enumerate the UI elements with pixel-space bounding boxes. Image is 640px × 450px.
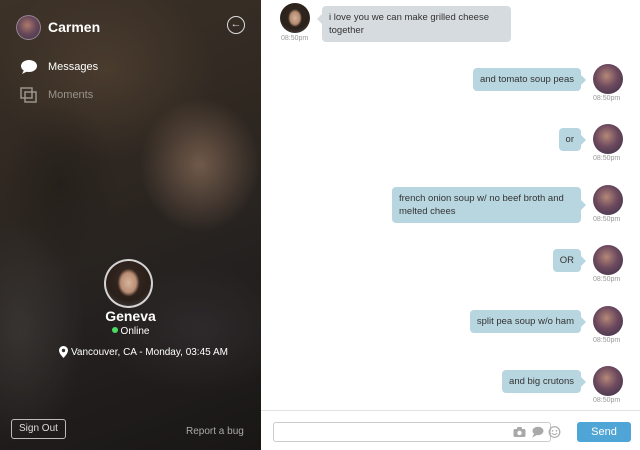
report-bug-link[interactable]: Report a bug xyxy=(186,426,244,437)
message-time: 08:50pm xyxy=(593,337,621,344)
message-time: 08:50pm xyxy=(593,276,621,283)
message-bubble-sent: french onion soup w/ no beef broth and m… xyxy=(392,187,586,223)
arrow-left-icon: ← xyxy=(230,18,242,30)
contact-location-text: Vancouver, CA - Monday, 03:45 AM xyxy=(71,346,228,358)
user-message-avatar xyxy=(593,185,623,215)
message-bubble-sent: split pea soup w/o ham xyxy=(469,310,587,333)
message-bubble-sent: or xyxy=(558,128,587,151)
contact-name: Geneva xyxy=(105,308,156,324)
contact-message-avatar xyxy=(280,3,310,33)
user-message-avatar xyxy=(593,64,623,94)
send-button[interactable]: Send xyxy=(577,422,631,442)
sidebar: Carmen ← Messages Moments Geneva Online … xyxy=(0,0,261,450)
nav-item-label: Messages xyxy=(48,61,99,73)
user-message-avatar xyxy=(593,124,623,154)
message-list[interactable]: 08:50pm i love you we can make grilled c… xyxy=(261,0,640,410)
message-time: 08:50pm xyxy=(281,35,309,42)
message-time: 08:50pm xyxy=(593,216,621,223)
message-composer: Send xyxy=(261,410,640,450)
chat-bubble-icon[interactable] xyxy=(531,426,544,438)
user-avatar[interactable] xyxy=(16,15,41,40)
user-message-avatar xyxy=(593,366,623,396)
online-status-dot xyxy=(111,327,118,333)
nav-item-moments[interactable]: Moments xyxy=(20,87,93,103)
user-message-avatar xyxy=(593,306,623,336)
nav-item-label: Moments xyxy=(48,89,94,101)
message-bubble-received: i love you we can make grilled cheese to… xyxy=(317,6,511,42)
nav-item-messages[interactable]: Messages xyxy=(20,59,98,75)
camera-icon[interactable] xyxy=(513,426,526,438)
contact-avatar[interactable] xyxy=(104,259,153,308)
message-time: 08:50pm xyxy=(593,397,621,404)
message-bubble-sent: OR xyxy=(552,249,587,272)
sign-out-button[interactable]: Sign Out xyxy=(11,419,66,439)
message-time: 08:50pm xyxy=(593,95,621,102)
location-pin-icon xyxy=(59,346,68,358)
moments-icon xyxy=(20,87,37,103)
user-name: Carmen xyxy=(48,19,101,35)
emoji-icon[interactable] xyxy=(548,426,561,438)
chat-panel: 08:50pm i love you we can make grilled c… xyxy=(261,0,640,450)
message-input[interactable] xyxy=(273,422,551,442)
contact-status-label: Online xyxy=(120,326,150,337)
chat-bubble-icon xyxy=(21,60,37,74)
back-button[interactable]: ← xyxy=(227,16,245,34)
contact-status: Online xyxy=(0,326,261,337)
message-time: 08:50pm xyxy=(593,155,621,162)
message-bubble-sent: and big crutons xyxy=(502,370,586,393)
message-bubble-sent: and tomato soup peas xyxy=(472,68,587,91)
user-message-avatar xyxy=(593,245,623,275)
contact-location: Vancouver, CA - Monday, 03:45 AM xyxy=(59,346,228,358)
